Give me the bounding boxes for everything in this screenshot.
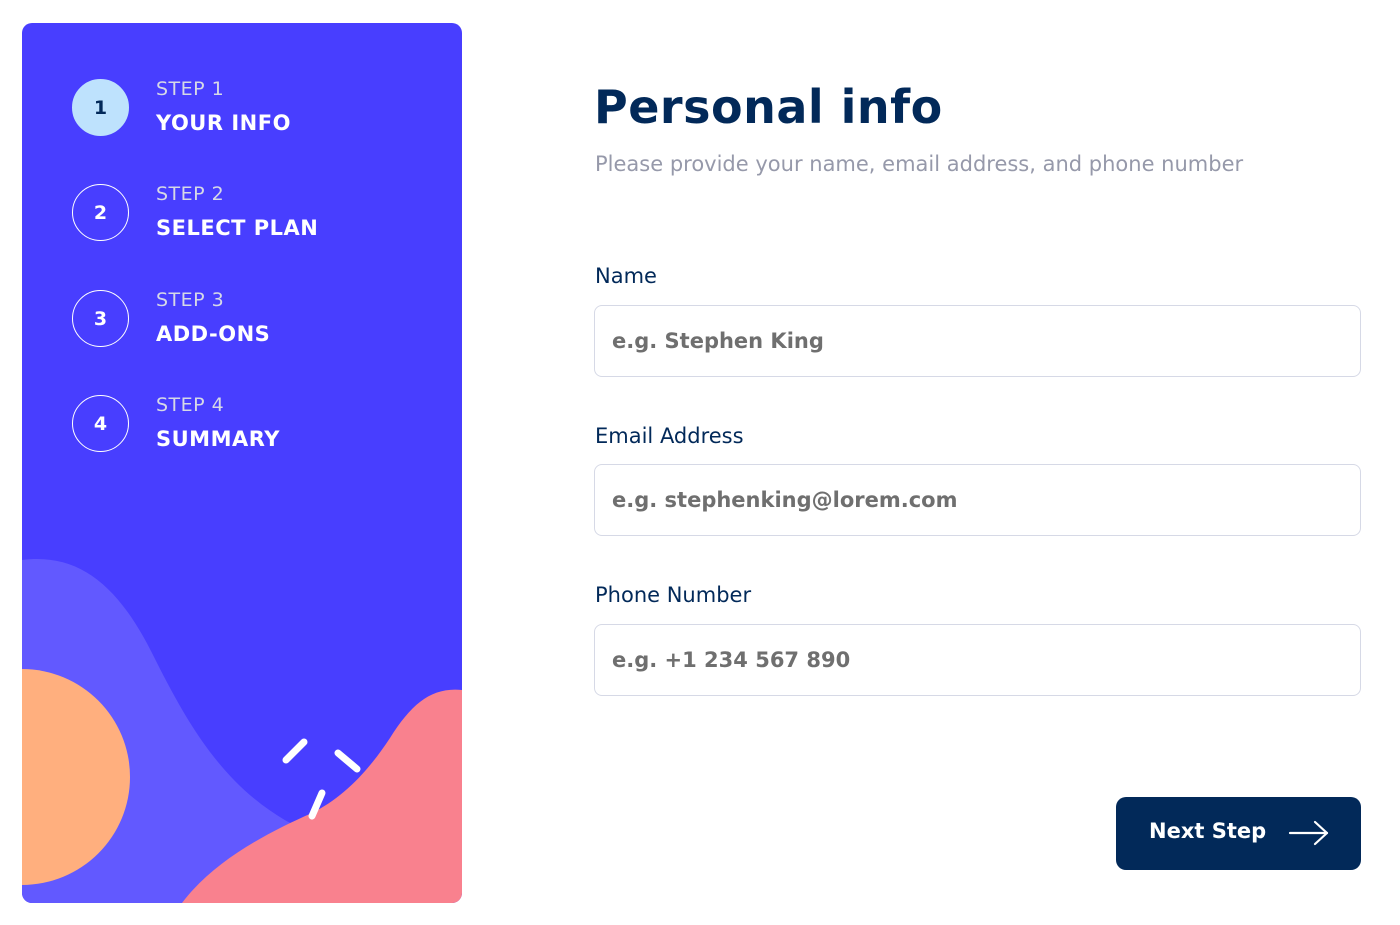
next-step-label: Next Step (1149, 819, 1267, 843)
step-caption: STEP 4 (156, 394, 225, 416)
name-label: Name (595, 264, 657, 288)
step-number-badge: 1 (72, 79, 129, 136)
sidebar-decoration (22, 559, 462, 903)
step-number-badge: 2 (72, 184, 129, 241)
step-title: ADD-ONS (156, 322, 271, 346)
sidebar-step-your-info[interactable]: 1 STEP 1 YOUR INFO (72, 78, 402, 139)
step-number-badge: 3 (72, 290, 129, 347)
sidebar-step-select-plan[interactable]: 2 STEP 2 SELECT PLAN (72, 183, 402, 244)
name-input[interactable] (594, 305, 1361, 377)
phone-label: Phone Number (595, 583, 752, 607)
arrow-right-icon (1288, 820, 1329, 846)
page-subtitle: Please provide your name, email address,… (595, 152, 1244, 176)
step-caption: STEP 1 (156, 78, 225, 100)
step-caption: STEP 3 (156, 289, 225, 311)
sidebar-step-summary[interactable]: 4 STEP 4 SUMMARY (72, 394, 402, 455)
step-title: YOUR INFO (156, 111, 291, 135)
phone-input[interactable] (594, 624, 1361, 696)
step-number-badge: 4 (72, 395, 129, 452)
step-title: SUMMARY (156, 427, 280, 451)
multi-step-form: 1 STEP 1 YOUR INFO 2 STEP 2 SELECT PLAN … (0, 0, 1400, 925)
step-caption: STEP 2 (156, 183, 225, 205)
page-title: Personal info (594, 80, 943, 134)
sidebar: 1 STEP 1 YOUR INFO 2 STEP 2 SELECT PLAN … (22, 23, 462, 903)
email-input[interactable] (594, 464, 1361, 536)
sidebar-step-add-ons[interactable]: 3 STEP 3 ADD-ONS (72, 289, 402, 350)
next-step-button[interactable]: Next Step (1116, 797, 1361, 870)
step-title: SELECT PLAN (156, 216, 319, 240)
email-label: Email Address (595, 424, 744, 448)
